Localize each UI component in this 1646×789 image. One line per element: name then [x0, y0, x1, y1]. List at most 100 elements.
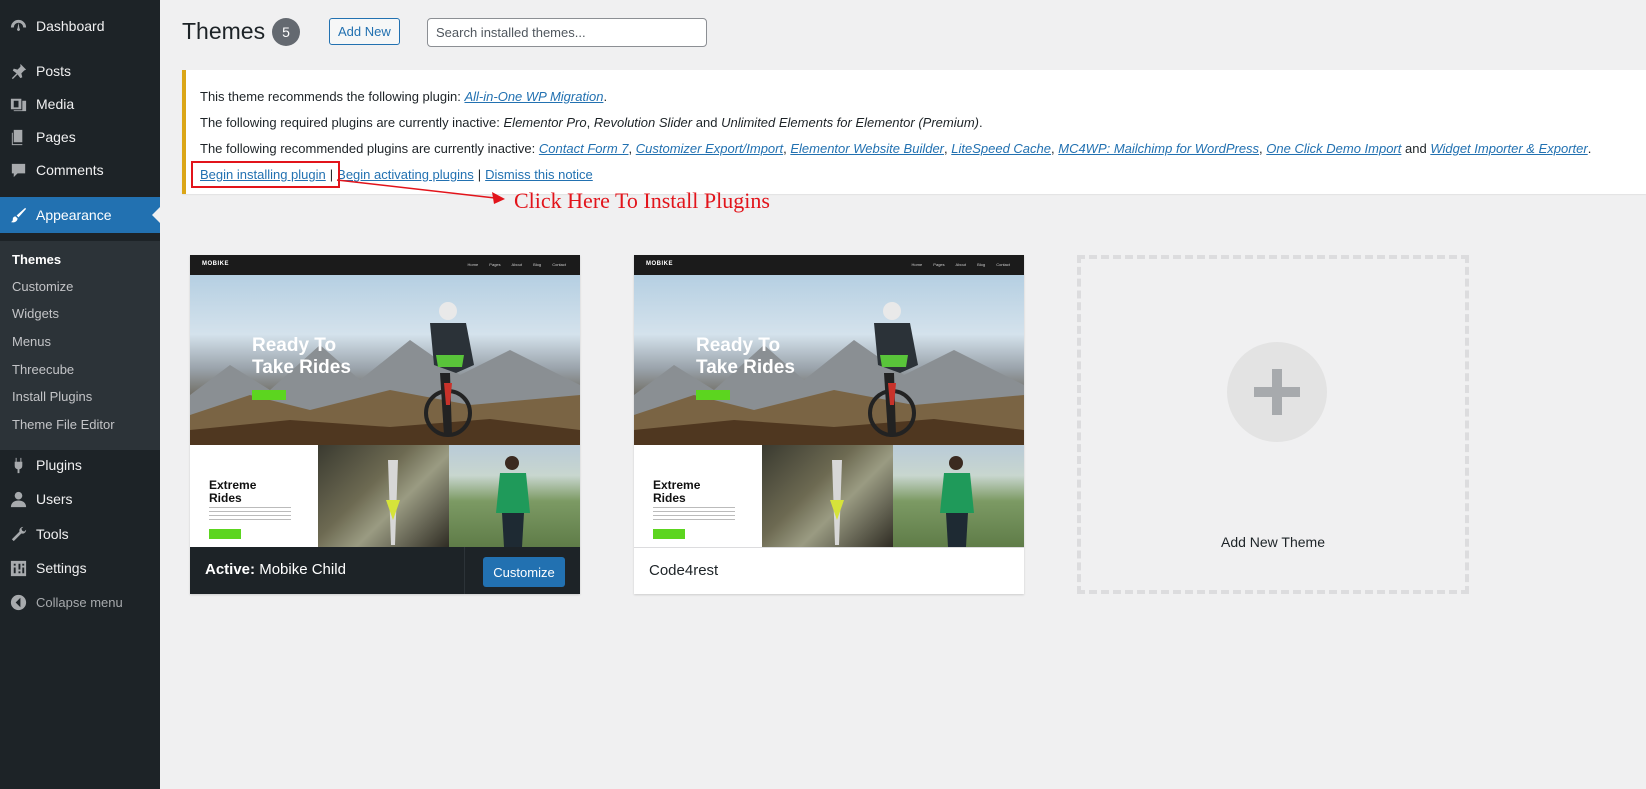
- submenu-themes[interactable]: Themes: [12, 252, 61, 267]
- plugin-link[interactable]: Elementor Website Builder: [790, 141, 944, 156]
- plugin-link[interactable]: Customizer Export/Import: [636, 141, 783, 156]
- screenshot-hero: Ready To Take Rides: [634, 275, 1024, 445]
- screenshot-nav-links: Home Pages About Blog Contact: [911, 262, 1010, 267]
- pages-icon: [0, 128, 36, 147]
- bike-frame-graphic: [830, 460, 844, 545]
- plugin-name: Elementor Pro: [503, 115, 587, 130]
- submenu-menus[interactable]: Menus: [12, 334, 51, 349]
- annotation-callout: Click Here To Install Plugins: [514, 188, 770, 213]
- screenshot-navbar: MOBIKE Home Pages About Blog Contact: [190, 255, 580, 275]
- menu-label: Posts: [36, 63, 72, 79]
- hero-button-graphic: [252, 390, 286, 400]
- theme-name-text: Mobike Child: [259, 561, 346, 578]
- plugin-notice: This theme recommends the following plug…: [182, 70, 1646, 194]
- comment-icon: [0, 161, 36, 180]
- hiker-graphic: [496, 456, 530, 547]
- lower-title: Extreme Rides: [653, 479, 700, 505]
- lower-button-graphic: [653, 529, 685, 539]
- collapse-menu-button[interactable]: Collapse menu: [0, 586, 160, 618]
- menu-item-users[interactable]: Users: [0, 483, 160, 515]
- media-icon: [0, 95, 36, 114]
- theme-name: Active: Mobike Child: [205, 561, 346, 578]
- menu-item-pages[interactable]: Pages: [0, 121, 160, 153]
- hiker-graphic: [940, 456, 974, 547]
- menu-item-appearance[interactable]: Appearance: [0, 197, 160, 233]
- footer-divider: [464, 547, 465, 594]
- page-title: Themes: [182, 18, 266, 44]
- search-input[interactable]: [427, 18, 707, 47]
- plugin-link-all-in-one[interactable]: All-in-One WP Migration: [464, 89, 603, 104]
- menu-item-settings[interactable]: Settings: [0, 552, 160, 584]
- highlight-box: [191, 161, 340, 188]
- customize-button[interactable]: Customize: [483, 557, 565, 587]
- menu-label: Media: [36, 96, 75, 112]
- screenshot-navbar: MOBIKE Home Pages About Blog Contact: [634, 255, 1024, 275]
- submenu-threecube[interactable]: Threecube: [12, 362, 74, 377]
- plugin-name: Revolution Slider: [593, 115, 693, 130]
- current-indicator: [152, 207, 160, 223]
- menu-item-plugins[interactable]: Plugins: [0, 449, 160, 481]
- lower-text-lines: [653, 507, 735, 521]
- hero-title-line: Take Rides: [252, 357, 351, 378]
- hero-title-line: Ready To: [696, 335, 781, 356]
- menu-item-dashboard[interactable]: Dashboard: [0, 10, 160, 42]
- hero-title: Ready To Take Rides: [696, 335, 795, 379]
- hero-button-graphic: [696, 390, 730, 400]
- theme-card-code4rest[interactable]: MOBIKE Home Pages About Blog Contact Rea…: [634, 255, 1024, 594]
- add-new-button[interactable]: Add New: [329, 18, 400, 45]
- rider-graphic: [424, 302, 474, 437]
- menu-label: Users: [36, 491, 73, 507]
- submenu-install-plugins[interactable]: Install Plugins: [12, 389, 92, 404]
- submenu-widgets[interactable]: Widgets: [12, 306, 59, 321]
- menu-label: Pages: [36, 129, 76, 145]
- sliders-icon: [0, 559, 36, 578]
- active-label: Active:: [205, 561, 256, 578]
- menu-item-tools[interactable]: Tools: [0, 518, 160, 550]
- theme-card-footer: Active: Mobike Child Customize: [190, 547, 580, 594]
- submenu-theme-file-editor[interactable]: Theme File Editor: [12, 417, 115, 432]
- menu-label: Settings: [36, 560, 87, 576]
- theme-card-active[interactable]: MOBIKE Home Pages About Blog Contact Rea…: [190, 255, 580, 594]
- add-new-theme-label: Add New Theme: [1220, 534, 1325, 550]
- lower-title-line: Rides: [653, 491, 686, 505]
- add-new-theme-tile[interactable]: Add New Theme: [1077, 255, 1469, 594]
- admin-sidebar: Dashboard Posts Media Pages Comments App…: [0, 0, 160, 789]
- collapse-icon: [0, 593, 36, 612]
- notice-line-required: The following required plugins are curre…: [200, 115, 983, 130]
- menu-label: Dashboard: [36, 18, 105, 34]
- theme-name: Code4rest: [649, 562, 719, 579]
- mountains-graphic: [634, 340, 1024, 445]
- plugin-link[interactable]: Contact Form 7: [539, 141, 629, 156]
- hero-title: Ready To Take Rides: [252, 335, 351, 379]
- plugin-link[interactable]: MC4WP: Mailchimp for WordPress: [1058, 141, 1259, 156]
- plugin-link[interactable]: One Click Demo Import: [1266, 141, 1401, 156]
- dashboard-icon: [0, 17, 36, 36]
- notice-text: and: [695, 115, 718, 130]
- lower-button-graphic: [209, 529, 241, 539]
- screenshot-hero: Ready To Take Rides: [190, 275, 580, 445]
- plugin-link[interactable]: Widget Importer & Exporter: [1430, 141, 1587, 156]
- theme-count-badge: 5: [272, 18, 300, 46]
- menu-item-posts[interactable]: Posts: [0, 55, 160, 87]
- theme-screenshot: MOBIKE Home Pages About Blog Contact Rea…: [190, 255, 580, 547]
- notice-text: This theme recommends the following plug…: [200, 89, 461, 104]
- notice-text: The following recommended plugins are cu…: [200, 141, 536, 156]
- plug-icon: [0, 456, 36, 475]
- lower-text-lines: [209, 507, 291, 521]
- hero-title-line: Ready To: [252, 335, 337, 356]
- rider-graphic: [868, 302, 918, 437]
- mountains-graphic: [190, 340, 580, 445]
- submenu-customize[interactable]: Customize: [12, 279, 73, 294]
- menu-label: Appearance: [36, 207, 112, 223]
- notice-text: and: [1405, 141, 1427, 156]
- plus-icon: [1227, 342, 1327, 442]
- plugin-link[interactable]: LiteSpeed Cache: [951, 141, 1051, 156]
- user-icon: [0, 490, 36, 509]
- lower-title-line: Rides: [209, 491, 242, 505]
- plugin-name: Unlimited Elements for Elementor (Premiu…: [721, 115, 979, 130]
- collapse-label: Collapse menu: [36, 594, 123, 610]
- notice-text: The following required plugins are curre…: [200, 115, 500, 130]
- menu-item-comments[interactable]: Comments: [0, 154, 160, 186]
- menu-item-media[interactable]: Media: [0, 88, 160, 120]
- theme-screenshot: MOBIKE Home Pages About Blog Contact Rea…: [634, 255, 1024, 547]
